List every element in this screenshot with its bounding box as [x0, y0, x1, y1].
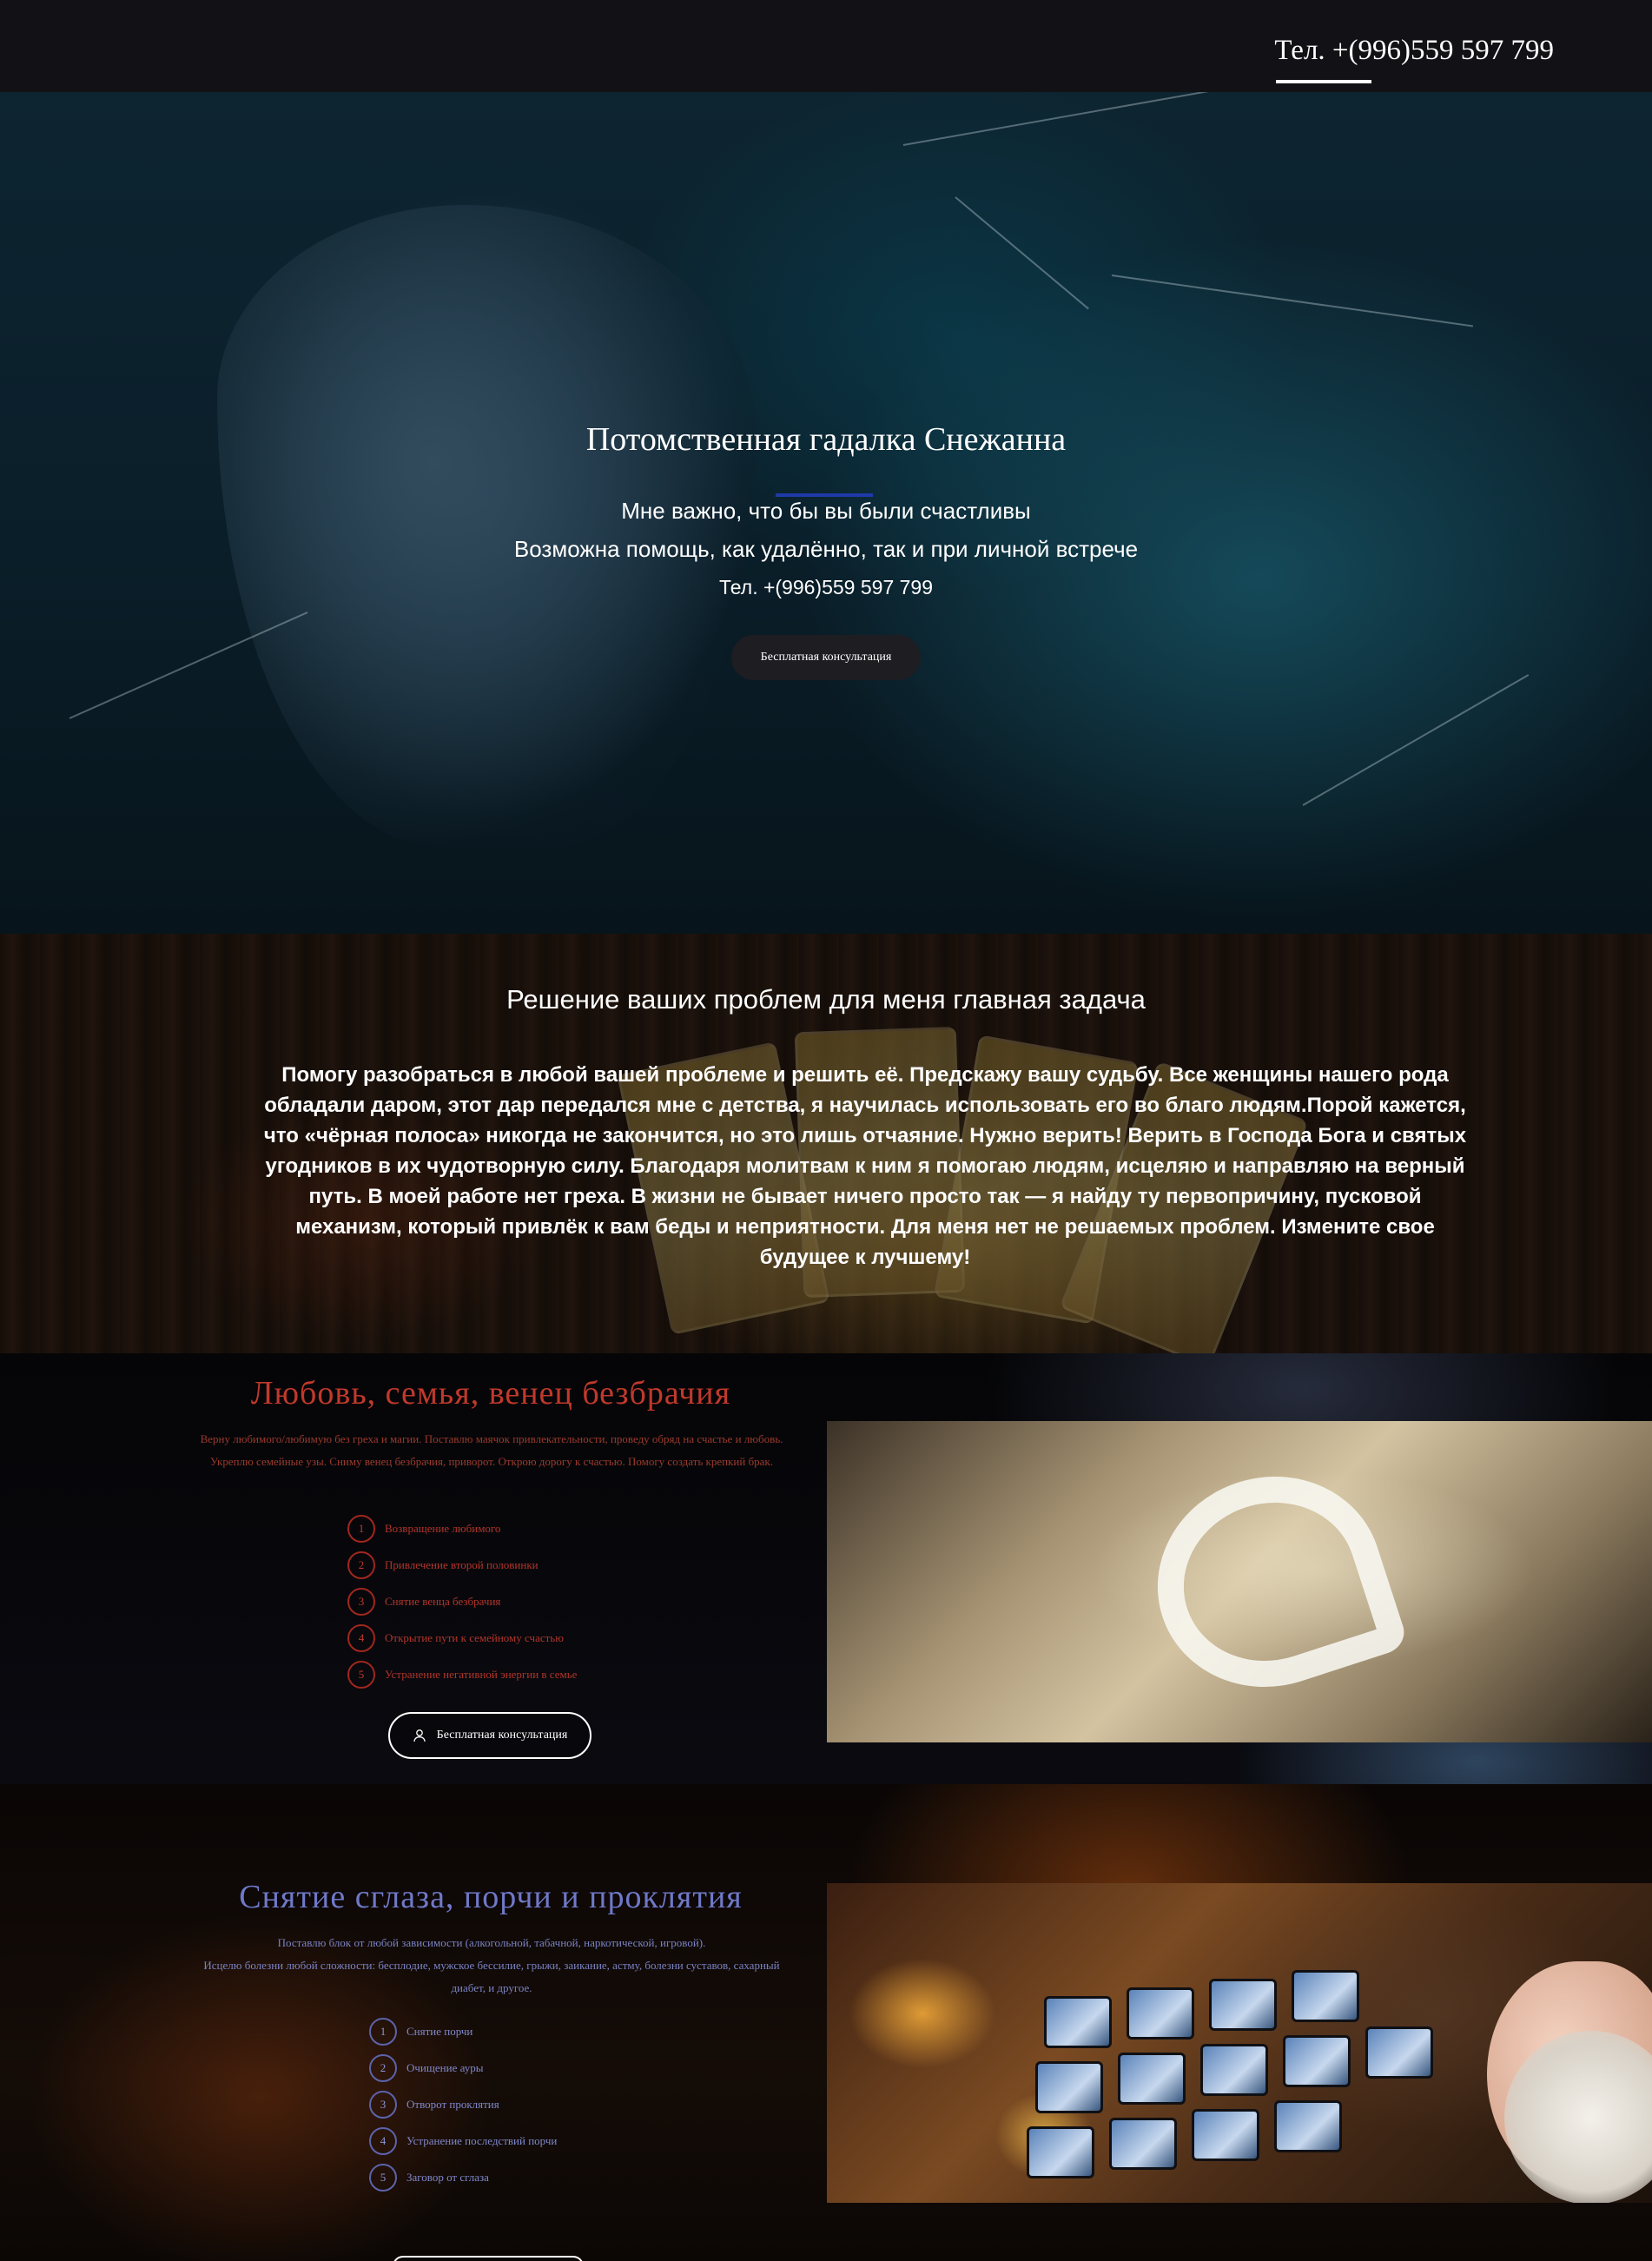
list-item-label: Привлечение второй половинки: [385, 1558, 539, 1571]
list-item: 3 Снятие венца безбрачия: [347, 1583, 577, 1620]
curse-service-description: Поставлю блок от любой зависимости (алко…: [196, 1932, 787, 2000]
list-item-number: 4: [347, 1624, 375, 1652]
tarot-card-image: [1027, 2126, 1094, 2178]
hero-divider: [776, 493, 873, 497]
hero-title: Потомственная гадалка Снежанна: [585, 421, 1067, 458]
list-item-label: Устранение последствий порчи: [406, 2134, 558, 2147]
list-item-label: Очищение ауры: [406, 2061, 484, 2074]
curse-service-photo: [827, 1883, 1652, 2203]
list-item-number: 1: [369, 2018, 397, 2046]
list-item: 2 Очищение ауры: [369, 2050, 557, 2086]
list-item-number: 2: [347, 1551, 375, 1579]
list-item-label: Заговор от сглаза: [406, 2171, 489, 2184]
tarot-card-image: [1283, 2035, 1351, 2087]
playing-cards-heart-image: [1130, 1447, 1410, 1716]
love-service-section: Любовь, семья, венец безбрачия Верну люб…: [0, 1353, 1652, 1784]
list-item: 3 Отворот проклятия: [369, 2086, 557, 2123]
curse-service-list: 1 Снятие порчи 2 Очищение ауры 3 Отворот…: [369, 2013, 557, 2196]
header-phone-link[interactable]: Тел. +(996)559 597 799: [1274, 35, 1554, 67]
list-item: 5 Заговор от сглаза: [369, 2159, 557, 2196]
list-item-label: Устранение негативной энергии в семье: [385, 1668, 578, 1681]
about-text: Помогу разобраться в любой вашей проблем…: [263, 1063, 1467, 1269]
love-consultation-button-label: Бесплатная консультация: [436, 1729, 568, 1742]
curse-consultation-button-partial[interactable]: [393, 2256, 584, 2261]
tarot-card-image: [1192, 2109, 1259, 2161]
hero-subtitle-1: Мне важно, что бы вы были счастливы: [621, 498, 1031, 524]
header-phone-underline: [1276, 80, 1371, 83]
list-item: 2 Привлечение второй половинки: [347, 1547, 577, 1583]
hero-decor-streak: [1302, 674, 1530, 806]
list-item-number: 3: [347, 1588, 375, 1616]
tarot-card-image: [1035, 2061, 1103, 2113]
hero-phone: Тел. +(996)559 597 799: [718, 576, 933, 598]
list-item: 5 Устранение негативной энергии в семье: [347, 1656, 577, 1693]
list-item-label: Снятие венца безбрачия: [385, 1595, 501, 1608]
hero-consultation-button[interactable]: Бесплатная консультация: [731, 635, 921, 680]
tarot-card-image: [1127, 1987, 1194, 2040]
curse-service-title: Снятие сглаза, порчи и проклятия: [239, 1879, 743, 1915]
love-service-list: 1 Возвращение любимого 2 Привлечение вто…: [347, 1511, 577, 1693]
list-item: 4 Устранение последствий порчи: [369, 2123, 557, 2159]
list-item-number: 2: [369, 2054, 397, 2082]
list-item: 4 Открытие пути к семейному счастью: [347, 1620, 577, 1656]
curse-service-description-line-2: Исцелю болезни любой сложности: бесплоди…: [203, 1959, 780, 1994]
list-item-number: 1: [347, 1515, 375, 1543]
list-item-number: 5: [347, 1661, 375, 1689]
tarot-card-image: [1118, 2053, 1186, 2105]
hero-decor-streak: [902, 92, 1212, 146]
about-section: Решение ваших проблем для меня главная з…: [0, 934, 1652, 1353]
curse-service-description-line-1: Поставлю блок от любой зависимости (алко…: [277, 1936, 706, 1949]
list-item-number: 5: [369, 2164, 397, 2192]
list-item-label: Отворот проклятия: [406, 2098, 499, 2111]
tarot-card-image: [1209, 1979, 1277, 2031]
list-item: 1 Снятие порчи: [369, 2013, 557, 2050]
hero-decor-streak: [955, 196, 1089, 310]
list-item-number: 4: [369, 2127, 397, 2155]
curse-service-section: Снятие сглаза, порчи и проклятия Поставл…: [0, 1784, 1652, 2261]
love-service-photo: [827, 1421, 1652, 1742]
tarot-card-image: [1200, 2044, 1268, 2096]
love-service-title: Любовь, семья, венец безбрачия: [250, 1375, 731, 1411]
love-consultation-button[interactable]: Бесплатная консультация: [388, 1712, 591, 1759]
hero-section: Потомственная гадалка Снежанна Мне важно…: [0, 92, 1652, 934]
list-item-label: Возвращение любимого: [385, 1522, 501, 1535]
tarot-card-image: [1274, 2100, 1342, 2152]
tarot-card-image: [1292, 1970, 1359, 2022]
user-icon: [413, 1729, 426, 1742]
list-item-label: Снятие порчи: [406, 2025, 473, 2038]
love-service-description: Верну любимого/любимую без греха и магии…: [200, 1432, 783, 1468]
tarot-card-image: [1365, 2026, 1433, 2079]
hero-background-image: [217, 205, 756, 848]
list-item-label: Открытие пути к семейному счастью: [385, 1631, 564, 1644]
hero-subtitle-2: Возможна помощь, как удалённо, так и при…: [513, 536, 1139, 562]
list-item-number: 3: [369, 2091, 397, 2119]
hero-decor-streak: [1111, 274, 1474, 327]
list-item: 1 Возвращение любимого: [347, 1511, 577, 1547]
tarot-card-image: [1109, 2118, 1177, 2170]
header: Тел. +(996)559 597 799: [0, 0, 1652, 92]
tarot-card-image: [1044, 1996, 1112, 2048]
about-title: Решение ваших проблем для меня главная з…: [506, 984, 1146, 1015]
